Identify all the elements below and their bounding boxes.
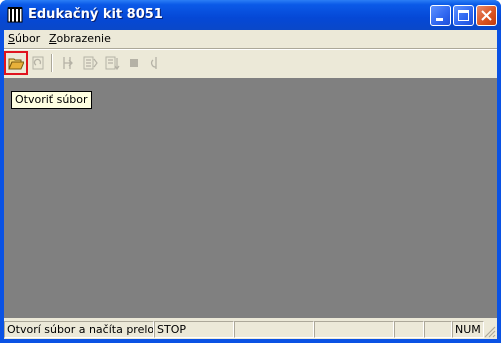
toolbar [4, 50, 497, 76]
title-bar[interactable]: Edukačný kit 8051 [0, 0, 501, 30]
run-to-button[interactable] [102, 53, 122, 73]
window-title: Edukačný kit 8051 [28, 7, 163, 22]
menu-subor-label: úbor [14, 32, 41, 45]
client-area: Súbor Zobrazenie Otvoriť súbor Otvorí sú… [4, 30, 497, 339]
step-into-icon [63, 57, 73, 69]
menu-zobrazenie-accel: Z [49, 32, 57, 45]
step-over-icon [83, 56, 98, 70]
application-window: Edukačný kit 8051 Súbor Zobrazenie Otvor… [0, 0, 501, 343]
reload-icon [32, 56, 44, 70]
menu-bar: Súbor Zobrazenie [4, 30, 497, 48]
reset-icon [151, 57, 157, 69]
open-file-button[interactable] [4, 51, 28, 75]
maximize-button[interactable] [453, 5, 474, 26]
menu-zobrazenie[interactable]: Zobrazenie [49, 32, 111, 45]
stop-button[interactable] [124, 53, 144, 73]
reload-button[interactable] [28, 53, 48, 73]
menu-subor[interactable]: Súbor [8, 32, 40, 45]
resize-grip-icon[interactable] [484, 326, 496, 338]
status-pane-6 [424, 321, 452, 338]
status-numlock: NUM [452, 321, 484, 338]
status-state: STOP [154, 321, 234, 338]
step-into-button[interactable] [58, 53, 78, 73]
minimize-icon [436, 18, 443, 21]
status-message: Otvorí súbor a načíta preložen [4, 321, 154, 338]
run-to-icon [105, 56, 120, 71]
step-over-button[interactable] [80, 53, 100, 73]
status-bar: Otvorí súbor a načíta preložen STOP NUM [4, 318, 497, 339]
status-pane-5 [394, 321, 424, 338]
close-button[interactable] [476, 5, 497, 26]
app-icon [7, 7, 23, 23]
maximize-icon [458, 10, 469, 21]
close-icon [481, 10, 492, 21]
status-pane-4 [314, 321, 394, 338]
workspace-area [4, 78, 497, 318]
highlight-box [4, 51, 28, 75]
minimize-button[interactable] [430, 5, 451, 26]
toolbar-separator [51, 54, 53, 72]
menu-subor-accel: S [8, 32, 15, 45]
tooltip: Otvoriť súbor [11, 91, 92, 109]
menu-zobrazenie-label: obrazenie [56, 32, 111, 45]
status-pane-3 [234, 321, 314, 338]
reset-button[interactable] [146, 53, 166, 73]
stop-icon [130, 59, 138, 67]
